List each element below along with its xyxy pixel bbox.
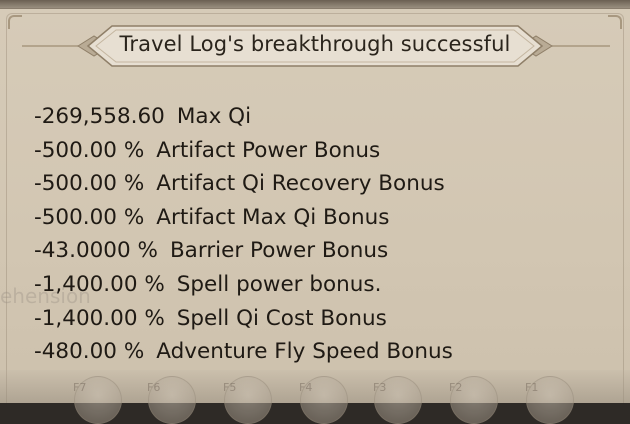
stat-label: Max Qi [176,104,252,129]
skill-slot: F4 [299,376,348,424]
stat-change-list: -269,558.60 Max Qi -500.00 % Artifact Powe… [34,100,453,369]
skill-slot: F5 [223,376,272,424]
stat-row: -43.0000 % Barrier Power Bonus [34,234,453,268]
skill-slot: F3 [373,376,422,424]
stat-value: -43.0000 % [34,238,158,264]
stat-value: -500.00 % [34,137,145,163]
stat-label: Artifact Qi Recovery Bonus [156,171,445,197]
stat-label: Spell Qi Cost Bonus [176,305,387,331]
stat-value: -500.00 % [34,204,145,230]
hotkey-label: F5 [223,381,237,394]
stat-row: -500.00 % Artifact Qi Recovery Bonus [34,167,453,201]
stat-value: -480.00 % [34,339,145,365]
stat-value: -269,558.60 [34,104,165,129]
hotkey-label: F4 [299,381,313,394]
hotkey-label: F6 [147,381,161,394]
stat-row: -269,558.60 Max Qi [34,100,453,134]
background-skill-bar: F7 F6 F5 F4 F3 F2 F1 [0,370,630,424]
hotkey-label: F2 [449,381,463,394]
stat-row: -1,400.00 % Spell power bonus. [34,268,453,302]
dialog-title: Travel Log's breakthrough successful [119,32,511,56]
stat-row: -500.00 % Artifact Power Bonus [34,134,453,168]
stat-label: Barrier Power Bonus [169,238,389,264]
stat-label: Artifact Power Bonus [156,137,381,163]
stat-label: Artifact Max Qi Bonus [156,204,390,230]
skill-slot: F2 [449,376,498,424]
skill-slot: F1 [525,376,574,424]
stat-label: Adventure Fly Speed Bonus [156,339,453,365]
hotkey-label: F1 [525,381,539,394]
skill-slot: F6 [147,376,196,424]
title-banner: Travel Log's breakthrough successful [0,22,630,72]
stat-row: -1,400.00 % Spell Qi Cost Bonus [34,302,453,336]
stat-value: -1,400.00 % [34,271,165,297]
skill-slot: F7 [73,376,122,424]
stat-label: Spell power bonus. [176,271,382,297]
stat-row: -500.00 % Artifact Max Qi Bonus [34,201,453,235]
stat-value: -1,400.00 % [34,305,165,331]
hotkey-label: F3 [373,381,387,394]
hotkey-label: F7 [73,381,87,394]
stat-row: -480.00 % Adventure Fly Speed Bonus [34,335,453,369]
stat-value: -500.00 % [34,171,145,197]
